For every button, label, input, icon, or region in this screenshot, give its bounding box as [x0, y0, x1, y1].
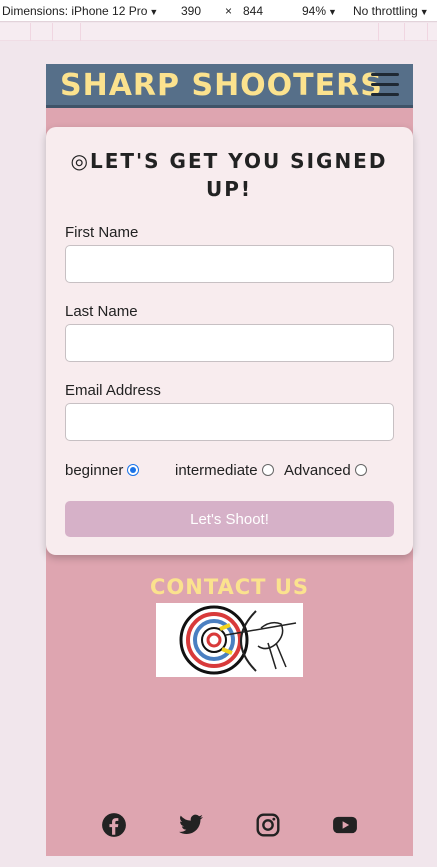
- radio-button[interactable]: [261, 464, 274, 476]
- level-label: intermediate: [175, 462, 258, 479]
- level-label: Advanced: [284, 462, 351, 479]
- level-option-advanced[interactable]: Advanced: [284, 462, 367, 479]
- devtools-toolbar: Dimensions: iPhone 12 Pro ▼ 390 × 844 94%…: [0, 0, 437, 22]
- throttling-label: No throttling: [353, 4, 418, 18]
- zoom-label: 94%: [302, 4, 327, 18]
- zoom-select[interactable]: 94% ▼: [302, 4, 337, 18]
- level-label: beginner: [65, 462, 124, 479]
- twitter-icon[interactable]: [178, 812, 204, 838]
- throttling-select[interactable]: No throttling ▼: [353, 4, 429, 18]
- navbar: SHARP SHOOTERS: [46, 64, 413, 108]
- facebook-icon[interactable]: [101, 812, 127, 838]
- level-radio-group: beginner intermediate Advanced: [65, 462, 394, 482]
- youtube-icon[interactable]: [332, 812, 358, 838]
- signup-title: ◎LET'S GET YOU SIGNED UP!: [64, 147, 394, 203]
- instagram-icon[interactable]: [255, 812, 281, 838]
- chevron-down-icon: ▼: [328, 7, 337, 17]
- submit-button[interactable]: Let's Shoot!: [65, 501, 394, 537]
- hamburger-menu-icon[interactable]: [371, 73, 399, 97]
- brand-logo[interactable]: SHARP SHOOTERS: [60, 68, 383, 103]
- level-option-beginner[interactable]: beginner: [65, 462, 140, 479]
- email-input[interactable]: [65, 403, 394, 441]
- archer-target-image: [156, 603, 303, 677]
- chevron-down-icon: ▼: [419, 7, 429, 17]
- media-query-ruler: [0, 23, 437, 41]
- height-input[interactable]: 844: [243, 4, 263, 18]
- last-name-input[interactable]: [65, 324, 394, 362]
- times-icon: ×: [225, 4, 233, 18]
- first-name-input[interactable]: [65, 245, 394, 283]
- target-icon: ◎: [70, 149, 90, 173]
- contact-heading: CONTACT US: [149, 575, 309, 599]
- device-dimensions-select[interactable]: Dimensions: iPhone 12 Pro ▼: [2, 4, 158, 18]
- radio-button[interactable]: [354, 464, 367, 476]
- first-name-label: First Name: [65, 224, 139, 241]
- width-input[interactable]: 390: [181, 4, 201, 18]
- chevron-down-icon: ▼: [149, 7, 159, 17]
- device-label: Dimensions: iPhone 12 Pro: [2, 4, 148, 18]
- signup-card: ◎LET'S GET YOU SIGNED UP! First Name Las…: [46, 127, 413, 555]
- radio-button-checked[interactable]: [127, 464, 140, 476]
- signup-title-text: LET'S GET YOU SIGNED UP!: [89, 149, 388, 201]
- email-label: Email Address: [65, 382, 161, 399]
- level-option-intermediate[interactable]: intermediate: [175, 462, 274, 479]
- last-name-label: Last Name: [65, 303, 138, 320]
